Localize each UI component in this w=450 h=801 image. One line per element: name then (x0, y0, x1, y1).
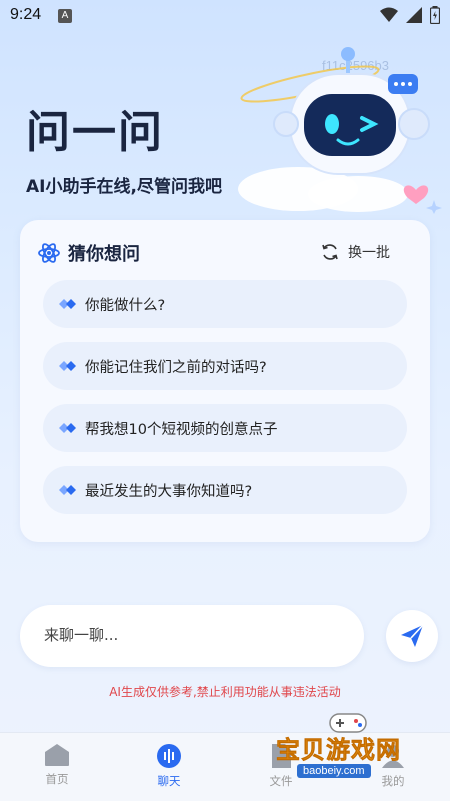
tab-chat[interactable]: 聊天 (124, 733, 214, 801)
page-title: 问一问 (26, 107, 164, 158)
diamond-icon (59, 361, 76, 371)
diamond-icon (59, 485, 76, 495)
refresh-icon (322, 244, 338, 260)
suggestions-card: 猜你想问 换一批 你能做什么? 你能记住我们之前的对话吗? 帮我想10个短视频的… (20, 220, 430, 542)
tab-label: 首页 (45, 772, 69, 786)
suggestion-text: 你能记住我们之前的对话吗? (85, 359, 267, 376)
chat-voice-icon (157, 744, 181, 768)
send-button[interactable] (386, 610, 438, 662)
signal-icon (406, 7, 422, 23)
bottom-tab-bar: 首页 聊天 文件 我的 (0, 732, 450, 801)
status-icons (380, 6, 440, 24)
suggestion-item[interactable]: 帮我想10个短视频的创意点子 (43, 404, 407, 452)
disclaimer-text: AI生成仅供参考,禁止利用功能从事违法活动 (109, 685, 341, 699)
suggestions-title: 猜你想问 (68, 244, 140, 265)
wifi-icon (380, 7, 398, 22)
suggestion-text: 最近发生的大事你知道吗? (85, 483, 253, 500)
refresh-label: 换一批 (348, 245, 390, 261)
suggestions-header: 猜你想问 (38, 240, 140, 266)
tab-label: 聊天 (157, 774, 181, 788)
tab-label: 我的 (381, 774, 405, 788)
suggestion-item[interactable]: 你能记住我们之前的对话吗? (43, 342, 407, 390)
tab-file[interactable]: 文件 (236, 733, 326, 801)
diamond-icon (59, 423, 76, 433)
tab-label: 文件 (269, 774, 293, 788)
tab-home[interactable]: 首页 (12, 733, 102, 801)
file-icon (272, 744, 291, 768)
suggestion-text: 你能做什么? (85, 297, 166, 314)
refresh-button[interactable]: 换一批 (320, 242, 390, 262)
status-bar: 9:24 A (0, 0, 450, 32)
page-subtitle: AI小助手在线,尽管问我吧 (26, 177, 222, 197)
suggestion-text: 帮我想10个短视频的创意点子 (85, 421, 278, 438)
diamond-icon (59, 299, 76, 309)
profile-icon (382, 745, 404, 768)
atom-icon (38, 243, 60, 263)
send-icon (401, 624, 424, 647)
chat-input-container (20, 605, 364, 667)
notification-icon: A (58, 9, 72, 23)
suggestion-item[interactable]: 你能做什么? (43, 280, 407, 328)
suggestion-item[interactable]: 最近发生的大事你知道吗? (43, 466, 407, 514)
home-icon (45, 744, 69, 766)
battery-icon (430, 6, 440, 24)
status-time: 9:24 (10, 6, 42, 23)
robot-mascot-icon (238, 47, 442, 214)
tab-profile[interactable]: 我的 (348, 733, 438, 801)
chat-input[interactable] (42, 625, 346, 645)
